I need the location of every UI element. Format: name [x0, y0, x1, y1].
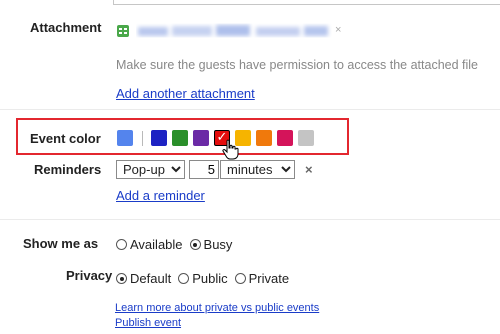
add-attachment-link[interactable]: Add another attachment: [116, 86, 255, 101]
spreadsheet-file-icon: [117, 25, 129, 37]
learn-more-privacy-link[interactable]: Learn more about private vs public event…: [115, 302, 319, 314]
radio-busy[interactable]: Busy: [189, 237, 233, 252]
color-swatch-purple[interactable]: [193, 130, 209, 146]
reminder-unit-select[interactable]: minutes: [220, 160, 295, 179]
radio-label: Public: [192, 271, 228, 286]
radio-public[interactable]: Public: [178, 271, 228, 286]
radio-label: Default: [130, 271, 172, 286]
radio-button[interactable]: [178, 273, 190, 284]
color-swatch-pink[interactable]: [277, 130, 293, 146]
remove-attachment-icon[interactable]: ×: [335, 24, 341, 36]
permission-hint: Make sure the guests have permission to …: [116, 58, 478, 72]
radio-default[interactable]: Default: [116, 271, 171, 286]
event-color-label: Event color: [30, 131, 101, 146]
color-swatch-orange[interactable]: [256, 130, 272, 146]
radio-button[interactable]: [234, 273, 246, 284]
default-color-swatch[interactable]: [117, 130, 133, 146]
section-divider: [0, 109, 500, 110]
radio-button[interactable]: [116, 239, 127, 250]
color-swatch-gray[interactable]: [298, 130, 314, 146]
radio-private[interactable]: Private: [234, 271, 290, 286]
radio-label: Private: [248, 271, 290, 286]
reminders-label: Reminders: [34, 162, 102, 177]
color-swatch-blue[interactable]: [151, 130, 167, 146]
remove-reminder-icon[interactable]: ×: [305, 162, 313, 177]
add-reminder-link[interactable]: Add a reminder: [116, 188, 205, 203]
show-me-as-label: Show me as: [23, 236, 99, 251]
color-separator: [142, 131, 143, 146]
reminder-amount-input[interactable]: [189, 160, 219, 179]
radio-label: Busy: [203, 237, 233, 252]
section-divider: [0, 219, 500, 220]
reminder-type-select[interactable]: Pop-up: [116, 160, 185, 179]
attachment-filename-redacted[interactable]: [136, 22, 332, 40]
radio-available[interactable]: Available: [116, 237, 183, 252]
radio-label: Available: [130, 237, 183, 252]
hand-cursor-icon: [222, 139, 239, 160]
color-swatch-green[interactable]: [172, 130, 188, 146]
privacy-label: Privacy: [66, 268, 113, 283]
publish-event-link[interactable]: Publish event: [115, 317, 181, 329]
attachment-label: Attachment: [30, 20, 102, 35]
show-me-as-options: Available Busy: [116, 237, 239, 252]
radio-button[interactable]: [116, 273, 127, 284]
privacy-options: Default Public Private: [116, 271, 296, 286]
description-box-edge: [113, 0, 500, 5]
radio-button[interactable]: [189, 239, 201, 250]
